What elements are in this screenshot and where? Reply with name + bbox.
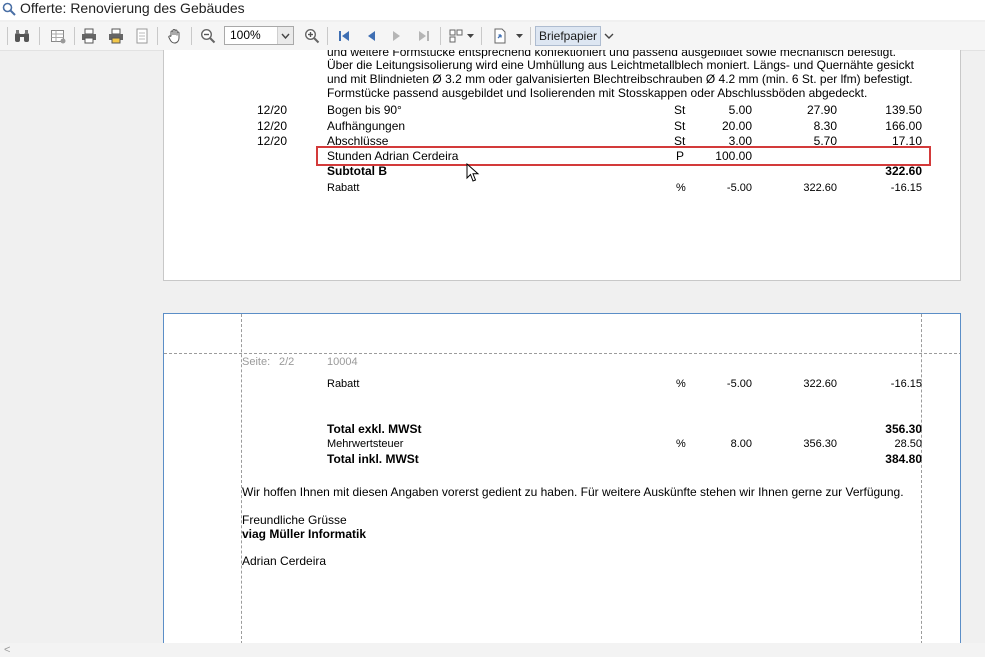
rabatt-total: -16.15	[890, 378, 922, 390]
title-bar: Offerte: Renovierung des Gebäudes	[0, 0, 985, 20]
horizontal-scrollbar[interactable]: <	[0, 643, 985, 657]
item-description: Bogen bis 90°	[327, 103, 402, 117]
print-icon[interactable]	[79, 26, 99, 46]
toolbar-separator	[327, 27, 328, 45]
search-icon	[2, 2, 16, 16]
rabatt-total: -16.15	[890, 182, 922, 194]
prev-page-icon[interactable]	[361, 26, 381, 46]
toolbar-separator	[157, 27, 158, 45]
rabatt-unit: %	[676, 378, 686, 390]
print-setup-icon[interactable]	[106, 26, 126, 46]
export-icon[interactable]	[490, 26, 510, 46]
item-code: 12/20	[257, 119, 288, 133]
page-number: 2/2	[279, 356, 295, 368]
selected-row-highlight[interactable]	[316, 146, 931, 166]
toolbar: 100% Briefpapier	[0, 22, 985, 51]
intro-line: Über die Leitungsisolierung wird eine Um…	[327, 58, 914, 72]
item-quantity: 5.00	[728, 103, 752, 117]
rabatt-unit: %	[676, 182, 686, 194]
rabatt-label: Rabatt	[327, 182, 360, 194]
item-total: 139.50	[885, 103, 922, 117]
closing-text: Wir hoffen Ihnen mit diesen Angaben vore…	[242, 485, 904, 499]
zoom-value: 100%	[230, 28, 261, 42]
margin-guide	[164, 353, 960, 354]
total-excl-label: Total exkl. MWSt	[327, 422, 422, 436]
item-price: 8.30	[813, 119, 837, 133]
item-code: 12/20	[257, 134, 288, 148]
last-page-icon[interactable]	[414, 26, 434, 46]
zoom-out-icon[interactable]	[198, 26, 218, 46]
document-number: 10004	[327, 356, 358, 368]
item-price: 27.90	[806, 103, 837, 117]
first-page-icon[interactable]	[334, 26, 354, 46]
mwst-unit: %	[676, 438, 686, 450]
chevron-down-icon[interactable]	[603, 26, 615, 46]
item-unit: St	[674, 119, 686, 133]
item-description: Aufhängungen	[327, 119, 406, 133]
chevron-down-icon[interactable]	[464, 26, 476, 46]
rabatt-price: 322.60	[803, 378, 837, 390]
mwst-rate: 8.00	[730, 438, 752, 450]
next-page-icon[interactable]	[387, 26, 407, 46]
item-code: 12/20	[257, 103, 288, 117]
total-incl-value: 384.80	[885, 452, 922, 466]
subtotal-label: Subtotal B	[327, 164, 387, 178]
window-title: Offerte: Renovierung des Gebäudes	[20, 0, 245, 16]
greeting-text: Freundliche Grüsse	[242, 513, 347, 527]
mwst-base: 356.30	[803, 438, 837, 450]
mwst-value: 28.50	[894, 438, 922, 450]
toolbar-separator	[530, 27, 531, 45]
rabatt-quantity: -5.00	[726, 378, 752, 390]
total-incl-label: Total inkl. MWSt	[327, 452, 419, 466]
chevron-down-icon[interactable]	[513, 26, 525, 46]
toolbar-separator	[74, 27, 75, 45]
rabatt-quantity: -5.00	[726, 182, 752, 194]
subtotal-total: 322.60	[885, 164, 922, 178]
company-name: viag Müller Informatik	[242, 527, 367, 541]
toolbar-separator	[440, 27, 441, 45]
zoom-select[interactable]: 100%	[224, 26, 294, 45]
intro-line: und mit Blindnieten Ø 3.2 mm oder galvan…	[327, 72, 913, 86]
grid-icon[interactable]	[48, 26, 68, 46]
page-label: Seite:	[242, 356, 271, 368]
item-quantity: 20.00	[721, 119, 752, 133]
item-unit: St	[674, 103, 686, 117]
intro-line: Formstücke passend ausgebildet und Isoli…	[327, 86, 868, 100]
total-excl-value: 356.30	[885, 422, 922, 436]
page-icon[interactable]	[132, 26, 152, 46]
mwst-label: Mehrwertsteuer	[327, 438, 404, 450]
toolbar-separator	[191, 27, 192, 45]
chevron-down-icon[interactable]	[277, 27, 293, 44]
multipage-icon[interactable]	[446, 26, 466, 46]
margin-guide	[921, 314, 922, 643]
toolbar-separator	[39, 27, 40, 45]
toolbar-separator	[481, 27, 482, 45]
scroll-left-icon[interactable]: <	[4, 644, 10, 656]
toolbar-separator	[7, 27, 8, 45]
item-total: 166.00	[885, 119, 922, 133]
hand-icon[interactable]	[165, 26, 185, 46]
binoculars-icon[interactable]	[12, 26, 32, 46]
briefpapier-button[interactable]: Briefpapier	[535, 26, 601, 46]
rabatt-price: 322.60	[803, 182, 837, 194]
preview-page-2: Seite: 2/2 10004 Rabatt % -5.00 322.60 -…	[163, 313, 961, 643]
mouse-cursor-icon	[466, 162, 480, 188]
signature-name: Adrian Cerdeira	[242, 554, 327, 568]
rabatt-label: Rabatt	[327, 378, 360, 390]
preview-page-1: und weitere Formstücke entsprechend konf…	[163, 50, 961, 281]
zoom-in-icon[interactable]	[302, 26, 322, 46]
